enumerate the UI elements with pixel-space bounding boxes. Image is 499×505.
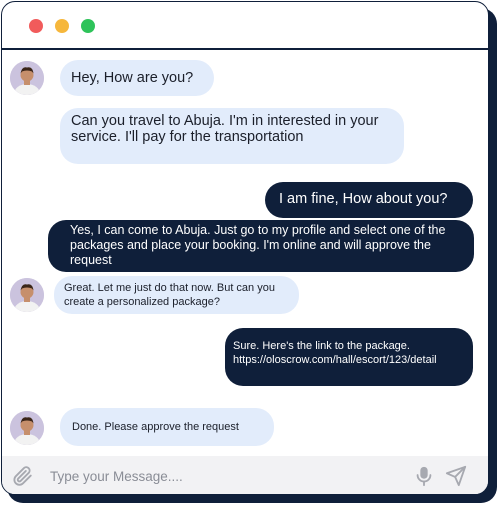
message-text: Sure. Here's the link to the package. ht…	[233, 340, 437, 366]
message-text: Can you travel to Abuja. I'm in interest…	[71, 113, 379, 145]
avatar	[10, 61, 44, 95]
message-bubble: I am fine, How about you?	[265, 182, 473, 218]
message-text: Hey, How are you?	[71, 70, 194, 86]
avatar	[10, 278, 44, 312]
title-bar	[2, 2, 488, 50]
avatar	[10, 411, 44, 445]
microphone-icon[interactable]	[413, 465, 435, 487]
message-text: I am fine, How about you?	[279, 191, 448, 207]
message-composer	[2, 456, 488, 494]
paperclip-icon[interactable]	[12, 465, 34, 487]
message-text: Yes, I can come to Abuja. Just go to my …	[70, 223, 446, 267]
message-bubble: Can you travel to Abuja. I'm in interest…	[60, 108, 404, 164]
maximize-window-button[interactable]	[81, 19, 95, 33]
minimize-window-button[interactable]	[55, 19, 69, 33]
chat-window: Hey, How are you? Can you travel to Abuj…	[1, 1, 489, 495]
message-bubble: Sure. Here's the link to the package. ht…	[225, 328, 473, 386]
message-bubble: Done. Please approve the request	[60, 408, 274, 446]
message-bubble: Yes, I can come to Abuja. Just go to my …	[48, 220, 474, 272]
message-text: Great. Let me just do that now. But can …	[64, 282, 275, 308]
message-bubble: Great. Let me just do that now. But can …	[54, 276, 299, 314]
message-text: Done. Please approve the request	[72, 421, 239, 433]
message-input[interactable]	[48, 463, 392, 489]
close-window-button[interactable]	[29, 19, 43, 33]
message-bubble: Hey, How are you?	[60, 60, 214, 96]
send-icon[interactable]	[445, 465, 467, 487]
